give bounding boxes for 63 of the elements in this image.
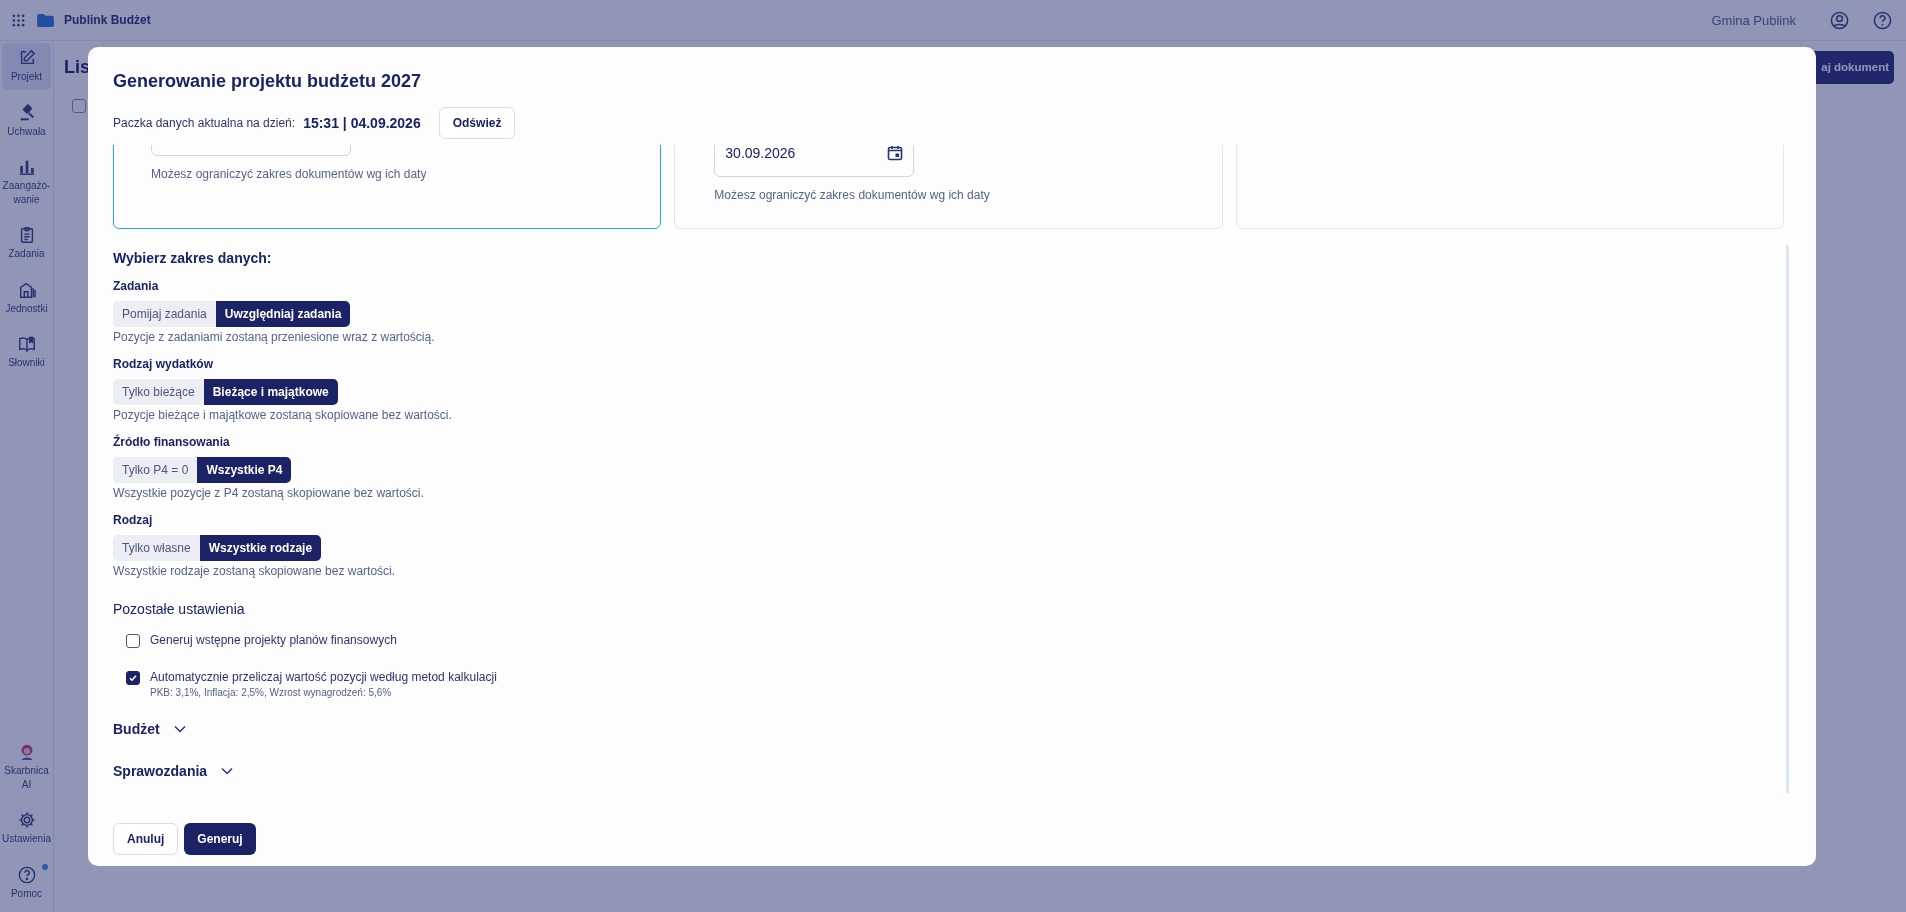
- generate-button[interactable]: Generuj: [184, 823, 256, 855]
- app-name: Publink Budżet: [64, 13, 151, 27]
- chevron-icon[interactable]: [221, 767, 234, 775]
- section-heading: Pozostałe ustawienia: [113, 601, 246, 617]
- cancel-button[interactable]: Anuluj: [113, 823, 179, 855]
- toggle-option[interactable]: Tylko własne: [113, 535, 200, 561]
- refresh-button[interactable]: Odśwież: [438, 107, 516, 139]
- collapsible-section[interactable]: Budżet: [113, 721, 186, 737]
- section-heading: Wybierz zakres danych:: [113, 250, 273, 266]
- date-field[interactable]: 30.09.2026: [714, 145, 915, 177]
- option-description: Wszystkie pozycje z P4 zostaną skopiowane bez wartości.: [113, 486, 425, 500]
- date-hint: Możesz ograniczyć zakres dokumentów wg ich daty: [714, 188, 991, 202]
- calendar-icon[interactable]: [887, 145, 904, 161]
- calculation-note: PKB: 3,1%, Inflacja: 2,5%, Wzrost wynagrodzeń: 5,6%: [150, 687, 393, 698]
- apps-grid-icon[interactable]: [12, 13, 25, 27]
- toggle-option[interactable]: Uwzględniaj zadania: [215, 301, 351, 327]
- date-card[interactable]: Możesz ograniczyć zakres dokumentów wg ich daty: [113, 145, 662, 229]
- sidebar-item[interactable]: Ustawienia: [2, 805, 51, 852]
- checkmark-icon: [127, 672, 139, 684]
- help-icon[interactable]: [17, 865, 36, 884]
- option-group-label: Zadania: [113, 279, 160, 293]
- date-hint: Możesz ograniczyć zakres dokumentów wg ich daty: [151, 167, 428, 181]
- toggle-option[interactable]: Tylko bieżące: [113, 379, 204, 405]
- toggle-option[interactable]: Wszystkie rodzaje: [199, 535, 322, 561]
- help-icon[interactable]: [1873, 10, 1892, 30]
- date-card[interactable]: 30.09.2026 Możesz ograniczyć zakres dokumentów wg ich daty: [674, 145, 1223, 229]
- sidebar-item[interactable]: Słowniki: [2, 329, 51, 376]
- sidebar-item[interactable]: Projekt: [2, 43, 51, 90]
- checkbox[interactable]: [126, 671, 140, 685]
- option-group-label: Rodzaj: [113, 513, 154, 527]
- option-group-label: Źródło finansowania: [113, 435, 231, 449]
- building-icon[interactable]: [17, 280, 36, 299]
- option-group-label: Rodzaj wydatków: [113, 357, 214, 371]
- option-description: Wszystkie rodzaje zostaną skopiowane bez wartości.: [113, 564, 397, 578]
- folder-icon: [37, 13, 54, 27]
- settings-icon[interactable]: [17, 811, 36, 829]
- sidebar-item[interactable]: Jednostki: [2, 274, 51, 321]
- toggle-option[interactable]: Pomijaj zadania: [113, 301, 216, 327]
- chevron-icon[interactable]: [173, 725, 186, 733]
- checkbox[interactable]: [126, 634, 140, 648]
- sidebar-item[interactable]: Uchwała: [2, 97, 51, 144]
- select-all-checkbox[interactable]: [72, 99, 86, 113]
- checkbox-label: Automatycznie przeliczaj wartość pozycji według metod kalkulacji: [150, 670, 497, 684]
- scrollbar[interactable]: [1786, 245, 1789, 793]
- sidebar-item[interactable]: Zadania: [2, 220, 51, 267]
- option-description: Pozycje bieżące i majątkowe zostaną skopiowane bez wartości.: [113, 408, 453, 422]
- bar-chart-icon[interactable]: [17, 158, 36, 176]
- dialog-title: Generowanie projektu budżetu 2027: [113, 71, 423, 93]
- checkbox-label: Generuj wstępne projekty planów finansowych: [150, 633, 397, 647]
- page-title: Lis: [64, 56, 90, 78]
- option-description: Pozycje z zadaniami zostaną przeniesione wraz z wartością.: [113, 330, 436, 344]
- data-package-label: Paczka danych aktualna na dzień:: [113, 116, 296, 130]
- toggle-option[interactable]: Tylko P4 = 0: [113, 457, 198, 483]
- sidebar-item[interactable]: Skarbnica AI: [2, 737, 51, 797]
- collapsible-section[interactable]: Sprawozdania: [113, 763, 234, 779]
- user-account-icon[interactable]: [1830, 10, 1849, 30]
- sidebar-item[interactable]: Zaangażo-wanie: [2, 152, 51, 212]
- data-package-date: 15:31 | 04.09.2026: [303, 115, 421, 131]
- toggle-option[interactable]: Wszystkie P4: [197, 457, 292, 483]
- toggle-option[interactable]: Bieżące i majątkowe: [203, 379, 338, 405]
- sidebar-item[interactable]: Pomoc: [2, 859, 51, 906]
- book-icon[interactable]: [17, 335, 36, 353]
- organization-name: Gmina Publink: [1711, 12, 1796, 28]
